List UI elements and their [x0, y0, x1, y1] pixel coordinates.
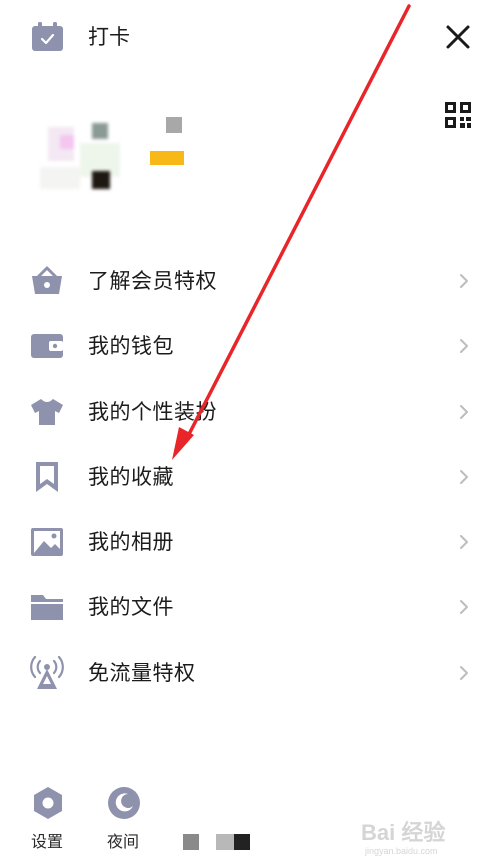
- menu-item-wallet[interactable]: 我的钱包: [0, 313, 500, 378]
- chevron-right-icon: [460, 665, 468, 680]
- menu-label: 我的收藏: [88, 464, 174, 489]
- wallet-icon: [31, 334, 63, 359]
- menu-item-album[interactable]: 我的相册: [0, 509, 500, 574]
- tshirt-icon: [31, 398, 63, 425]
- folder-icon: [31, 595, 63, 621]
- settings-hexagon-icon: [34, 787, 62, 819]
- night-mode-button[interactable]: 夜间: [93, 778, 153, 858]
- moon-icon: [108, 787, 140, 819]
- menu-label: 我的文件: [88, 595, 174, 620]
- calendar-check-icon[interactable]: [32, 22, 63, 51]
- chevron-right-icon: [460, 404, 468, 419]
- chevron-right-icon: [460, 469, 468, 484]
- antenna-icon: [30, 655, 64, 689]
- night-label: 夜间: [106, 832, 139, 851]
- watermark-text: Bai 经验: [361, 820, 445, 845]
- close-icon[interactable]: [440, 19, 476, 55]
- crown-basket-icon: [32, 266, 62, 294]
- top-bar: 打卡: [0, 0, 500, 80]
- settings-button[interactable]: 设置: [17, 778, 77, 858]
- photo-icon: [31, 528, 63, 557]
- chevron-right-icon: [460, 600, 468, 615]
- watermark-subtext: jingyan.baidu.com: [364, 846, 438, 856]
- menu-item-files[interactable]: 我的文件: [0, 574, 500, 639]
- menu-label: 了解会员特权: [88, 269, 217, 293]
- redacted-block: [234, 834, 250, 850]
- qr-code-icon[interactable]: [445, 102, 471, 128]
- settings-label: 设置: [30, 832, 63, 851]
- checkin-label[interactable]: 打卡: [88, 22, 130, 52]
- chevron-right-icon: [460, 339, 468, 354]
- profile-card[interactable]: [30, 105, 200, 195]
- menu-label: 我的个性装扮: [88, 399, 217, 424]
- redacted-block: [216, 834, 234, 850]
- username-redacted: [148, 115, 188, 175]
- menu-label: 我的相册: [88, 530, 174, 555]
- menu-item-vip-privileges[interactable]: 了解会员特权: [0, 248, 500, 313]
- menu-list: 了解会员特权 我的钱包 我的个性装扮 我的收藏 我的相册 我的文件 免流量特权: [0, 248, 500, 705]
- menu-label: 免流量特权: [88, 660, 196, 685]
- chevron-right-icon: [460, 535, 468, 550]
- avatar[interactable]: [40, 115, 124, 193]
- menu-label: 我的钱包: [88, 334, 174, 359]
- redacted-block: [183, 834, 199, 850]
- bookmark-icon: [36, 461, 58, 492]
- menu-item-free-data[interactable]: 免流量特权: [0, 640, 500, 705]
- chevron-right-icon: [460, 274, 468, 288]
- menu-item-personal-dressup[interactable]: 我的个性装扮: [0, 379, 500, 444]
- menu-item-favorites[interactable]: 我的收藏: [0, 444, 500, 509]
- baidu-jingyan-watermark: Bai 经验 jingyan.baidu.com: [361, 820, 445, 856]
